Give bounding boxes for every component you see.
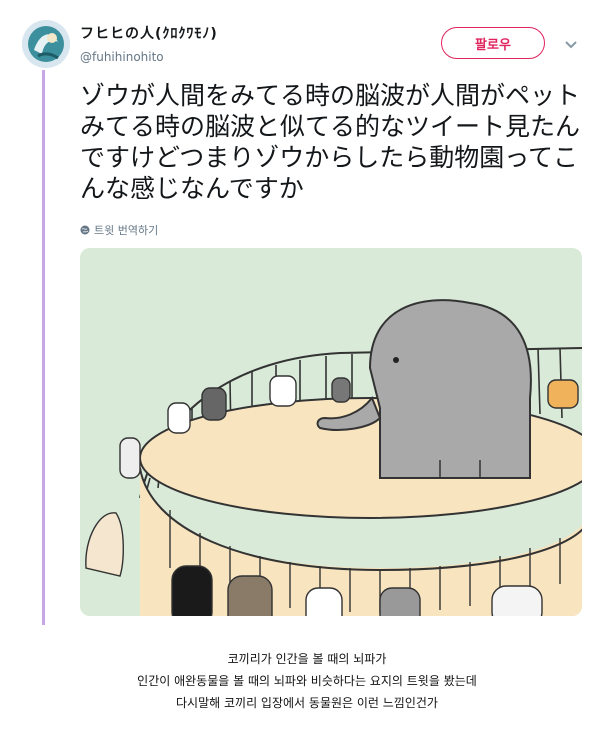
translate-tweet-link[interactable]: 트윗 번역하기 bbox=[80, 222, 158, 238]
author-name[interactable]: フヒヒの人(ｸﾛｸﾜﾓﾉ) bbox=[80, 23, 218, 43]
tweet-text: ゾウが人間をみてる時の脳波が人間がペットみてる時の脳波と似てる的なツイート見たん… bbox=[80, 81, 581, 203]
avatar-image bbox=[22, 20, 70, 68]
translate-label: 트윗 번역하기 bbox=[94, 224, 159, 237]
elephant-zoo-illustration bbox=[80, 248, 582, 616]
globe-icon bbox=[80, 225, 90, 235]
caption-line-3: 다시말해 코끼리 입장에서 동물원은 이런 느낌인건가 bbox=[176, 696, 438, 710]
tweet-image[interactable] bbox=[80, 248, 582, 616]
avatar[interactable] bbox=[22, 20, 70, 68]
thread-line bbox=[42, 70, 45, 625]
chevron-down-icon[interactable] bbox=[563, 37, 579, 51]
author-handle[interactable]: @fuhihinohito bbox=[80, 50, 164, 64]
caption-line-2: 인간이 애완동물을 볼 때의 뇌파와 비슷하다는 요지의 트윗을 봤는데 bbox=[137, 674, 477, 688]
follow-button[interactable]: 팔로우 bbox=[441, 27, 545, 59]
caption-line-1: 코끼리가 인간을 볼 때의 뇌파가 bbox=[227, 652, 387, 666]
